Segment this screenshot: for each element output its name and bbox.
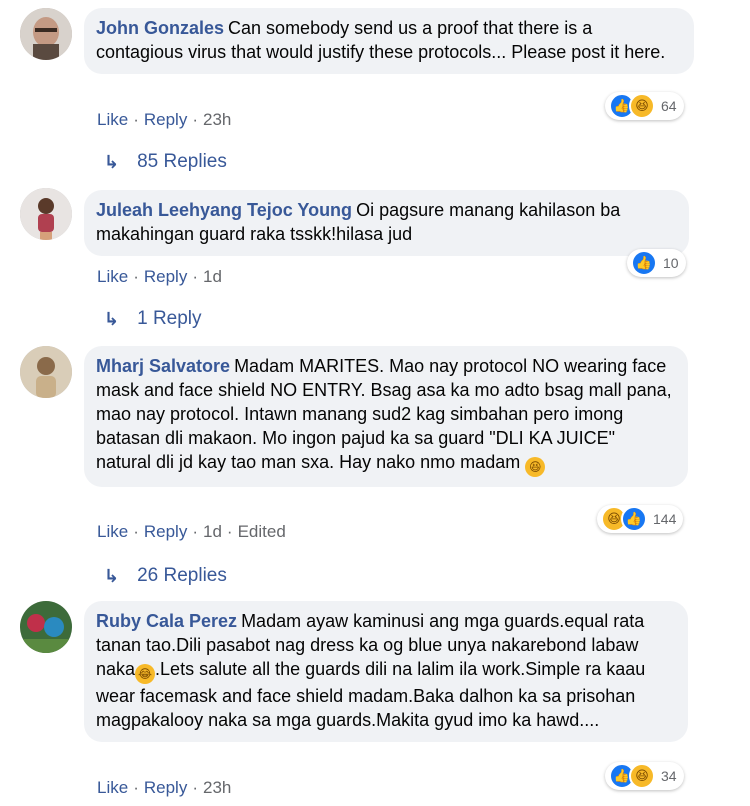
comment-timestamp[interactable]: 23h xyxy=(203,110,231,129)
reply-arrow-icon: ↳ xyxy=(104,308,120,329)
replies-count: 85 Replies xyxy=(137,151,227,172)
avatar[interactable] xyxy=(20,188,72,240)
comment-author[interactable]: Ruby Cala Perez xyxy=(96,611,237,631)
avatar-image xyxy=(20,346,72,398)
reply-link[interactable]: Reply xyxy=(144,110,187,129)
reaction-count: 34 xyxy=(661,768,677,784)
avatar-image xyxy=(20,601,72,653)
comment-bubble: John Gonzales Can somebody send us a proo… xyxy=(84,8,694,74)
laughing-emoji-icon: 😂 xyxy=(135,664,156,684)
rofl-emoji-icon: 😆 xyxy=(525,457,546,477)
comment-timestamp[interactable]: 1d xyxy=(203,267,222,286)
view-replies-link[interactable]: ↳ 85 Replies xyxy=(104,151,227,173)
reaction-count: 144 xyxy=(653,511,677,527)
like-link[interactable]: Like xyxy=(97,778,128,797)
replies-count: 26 Replies xyxy=(137,565,227,586)
reaction-count: 64 xyxy=(661,98,677,114)
edited-label[interactable]: Edited xyxy=(238,522,286,541)
comment-bubble: Ruby Cala Perez Madam ayaw kaminusi ang m… xyxy=(84,601,688,742)
reaction-summary[interactable]: 😆 👍 144 xyxy=(597,505,684,533)
reaction-count: 10 xyxy=(663,255,679,271)
comment-bubble: Juleah Leehyang Tejoc Young Oi pagsure ma… xyxy=(84,190,689,256)
comment-actions: Like · Reply · 23h xyxy=(97,110,232,129)
reply-arrow-icon: ↳ xyxy=(104,565,120,586)
like-icon: 👍 xyxy=(631,250,657,276)
comment-author[interactable]: Mharj Salvatore xyxy=(96,356,230,376)
comment-bubble: Mharj Salvatore Madam MARITES. Mao nay pr… xyxy=(84,346,688,487)
haha-icon: 😆 xyxy=(629,763,655,789)
replies-count: 1 Reply xyxy=(137,308,202,329)
avatar-image xyxy=(20,188,72,240)
haha-icon: 😆 xyxy=(629,93,655,119)
reply-link[interactable]: Reply xyxy=(144,778,187,797)
reply-link[interactable]: Reply xyxy=(144,267,187,286)
view-replies-link[interactable]: ↳ 1 Reply xyxy=(104,308,202,330)
avatar-image xyxy=(20,8,72,60)
comment-author[interactable]: John Gonzales xyxy=(96,18,224,38)
reaction-summary[interactable]: 👍 10 xyxy=(627,249,686,277)
comment-actions: Like · Reply · 23h xyxy=(97,778,232,797)
reply-link[interactable]: Reply xyxy=(144,522,187,541)
view-replies-link[interactable]: ↳ 26 Replies xyxy=(104,565,227,587)
avatar[interactable] xyxy=(20,346,72,398)
avatar[interactable] xyxy=(20,8,72,60)
reaction-summary[interactable]: 👍 😆 64 xyxy=(605,92,684,120)
comment-timestamp[interactable]: 1d xyxy=(203,522,222,541)
comment-text-part-2: .Lets salute all the guards dili na lali… xyxy=(96,659,646,730)
comment-timestamp[interactable]: 23h xyxy=(203,778,231,797)
avatar[interactable] xyxy=(20,601,72,653)
comment-actions: Like · Reply · 1d · Edited xyxy=(97,522,286,541)
like-link[interactable]: Like xyxy=(97,110,128,129)
like-link[interactable]: Like xyxy=(97,522,128,541)
like-icon: 👍 xyxy=(621,506,647,532)
reply-arrow-icon: ↳ xyxy=(104,151,120,172)
comment-actions: Like · Reply · 1d xyxy=(97,267,222,286)
reaction-summary[interactable]: 👍 😆 34 xyxy=(605,762,684,790)
comment-author[interactable]: Juleah Leehyang Tejoc Young xyxy=(96,200,352,220)
like-link[interactable]: Like xyxy=(97,267,128,286)
